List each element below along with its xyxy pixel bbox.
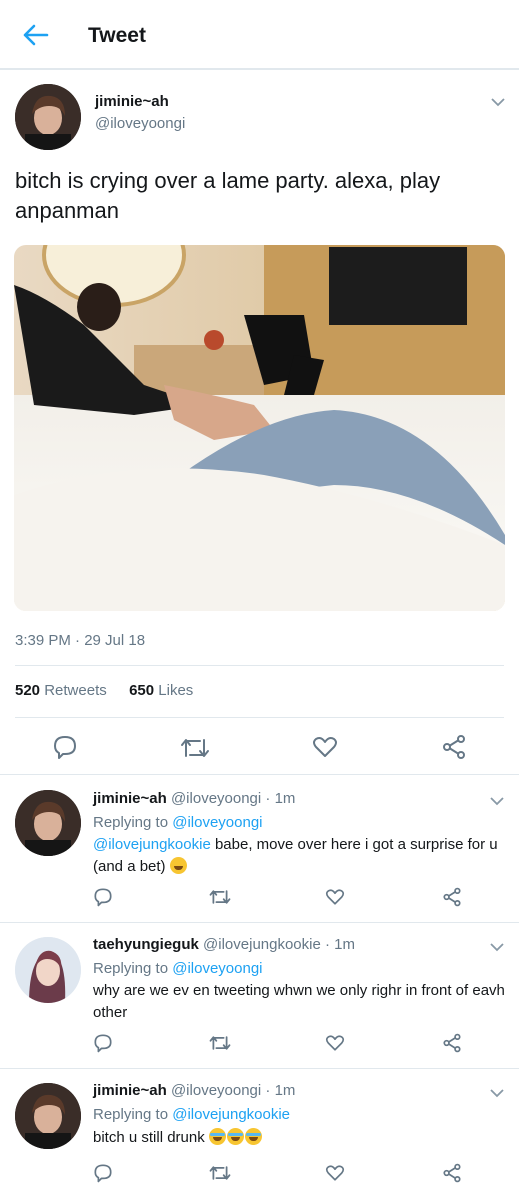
share-icon[interactable] <box>442 887 462 907</box>
replying-to: Replying to @iloveyoongi <box>93 960 263 977</box>
reply-header: jiminie~ah @iloveyoongi · 1m <box>93 790 295 807</box>
avatar[interactable] <box>15 937 81 1003</box>
chevron-down-icon[interactable] <box>490 97 506 107</box>
replying-to-label: Replying to <box>93 960 169 977</box>
author-handle[interactable]: @ilovejungkookie <box>203 936 321 953</box>
reply-text: why are we ev en tweeting whwn we only r… <box>93 982 505 1021</box>
chevron-down-icon[interactable] <box>489 1088 505 1098</box>
tweet-actions <box>0 732 519 774</box>
reply-tweet[interactable]: jiminie~ah @iloveyoongi · 1m Replying to… <box>0 1068 519 1200</box>
author-name[interactable]: jiminie~ah <box>93 790 167 807</box>
tears-of-joy-emoji <box>208 1128 226 1145</box>
reply-icon[interactable] <box>93 1033 113 1053</box>
like-label[interactable]: Likes <box>158 682 193 699</box>
reply-header: jiminie~ah @iloveyoongi · 1m <box>93 1082 295 1099</box>
reply-time: · 1m <box>325 936 355 953</box>
like-icon[interactable] <box>325 1034 345 1052</box>
tears-of-joy-emoji <box>244 1128 262 1145</box>
reply-text: bitch u still drunk <box>93 1127 505 1149</box>
like-icon[interactable] <box>325 888 345 906</box>
reply-time: · 1m <box>265 790 296 807</box>
author-handle[interactable]: @iloveyoongi <box>171 790 261 807</box>
author-handle[interactable]: @iloveyoongi <box>171 1082 261 1099</box>
tweet-text: bitch is crying over a lame party. alexa… <box>15 168 441 223</box>
chevron-down-icon[interactable] <box>489 796 505 806</box>
retweet-label[interactable]: Retweets <box>44 682 107 699</box>
like-icon[interactable] <box>312 735 338 759</box>
tears-of-joy-emoji <box>226 1128 244 1145</box>
reply-icon[interactable] <box>93 887 113 907</box>
author-name[interactable]: taehyungieguk <box>93 936 199 953</box>
chevron-down-icon[interactable] <box>489 942 505 952</box>
engagement-stats: 520 Retweets 650 Likes <box>15 682 193 699</box>
back-arrow-icon[interactable] <box>20 22 50 48</box>
reply-actions <box>0 885 519 909</box>
divider <box>15 665 504 666</box>
reply-text: @ilovejungkookie babe, move over here i … <box>93 834 505 878</box>
mention-link[interactable]: @ilovejungkookie <box>93 836 211 853</box>
author-name[interactable]: jiminie~ah <box>93 1082 167 1099</box>
avatar[interactable] <box>15 790 81 856</box>
avatar[interactable] <box>15 84 81 150</box>
share-icon[interactable] <box>441 734 467 760</box>
reply-actions <box>0 1161 519 1185</box>
replying-to-label: Replying to <box>93 814 169 831</box>
reply-tweet[interactable]: jiminie~ah @iloveyoongi · 1m Replying to… <box>0 774 519 922</box>
smiling-face-emoji <box>169 857 187 874</box>
replying-to-link[interactable]: @iloveyoongi <box>172 814 262 831</box>
reply-body: bitch u still drunk <box>93 1129 205 1146</box>
replying-to-link[interactable]: @iloveyoongi <box>172 960 262 977</box>
retweet-icon[interactable] <box>209 1034 231 1052</box>
retweet-icon[interactable] <box>209 1164 231 1182</box>
replying-to: Replying to @iloveyoongi <box>93 814 263 831</box>
divider <box>15 717 504 718</box>
tweet-photo[interactable] <box>14 245 505 611</box>
reply-icon[interactable] <box>52 734 78 760</box>
replying-to-link[interactable]: @ilovejungkookie <box>172 1106 290 1123</box>
avatar[interactable] <box>15 1083 81 1149</box>
retweet-count[interactable]: 520 <box>15 682 40 699</box>
share-icon[interactable] <box>442 1033 462 1053</box>
reply-icon[interactable] <box>93 1163 113 1183</box>
retweet-icon[interactable] <box>180 736 210 760</box>
like-count[interactable]: 650 <box>129 682 154 699</box>
author-name[interactable]: jiminie~ah <box>95 93 169 110</box>
replying-to-label: Replying to <box>93 1106 169 1123</box>
share-icon[interactable] <box>442 1163 462 1183</box>
reply-time: · 1m <box>265 1082 296 1099</box>
reply-tweet[interactable]: taehyungieguk @ilovejungkookie · 1m Repl… <box>0 922 519 1068</box>
like-icon[interactable] <box>325 1164 345 1182</box>
page-title: Tweet <box>88 24 146 47</box>
tweet-timestamp: 3:39 PM · 29 Jul 18 <box>15 632 146 649</box>
reply-header: taehyungieguk @ilovejungkookie · 1m <box>93 936 355 953</box>
top-bar: Tweet <box>0 0 519 70</box>
reply-actions <box>0 1031 519 1055</box>
author-handle[interactable]: @iloveyoongi <box>95 115 185 132</box>
replying-to: Replying to @ilovejungkookie <box>93 1106 290 1123</box>
retweet-icon[interactable] <box>209 888 231 906</box>
